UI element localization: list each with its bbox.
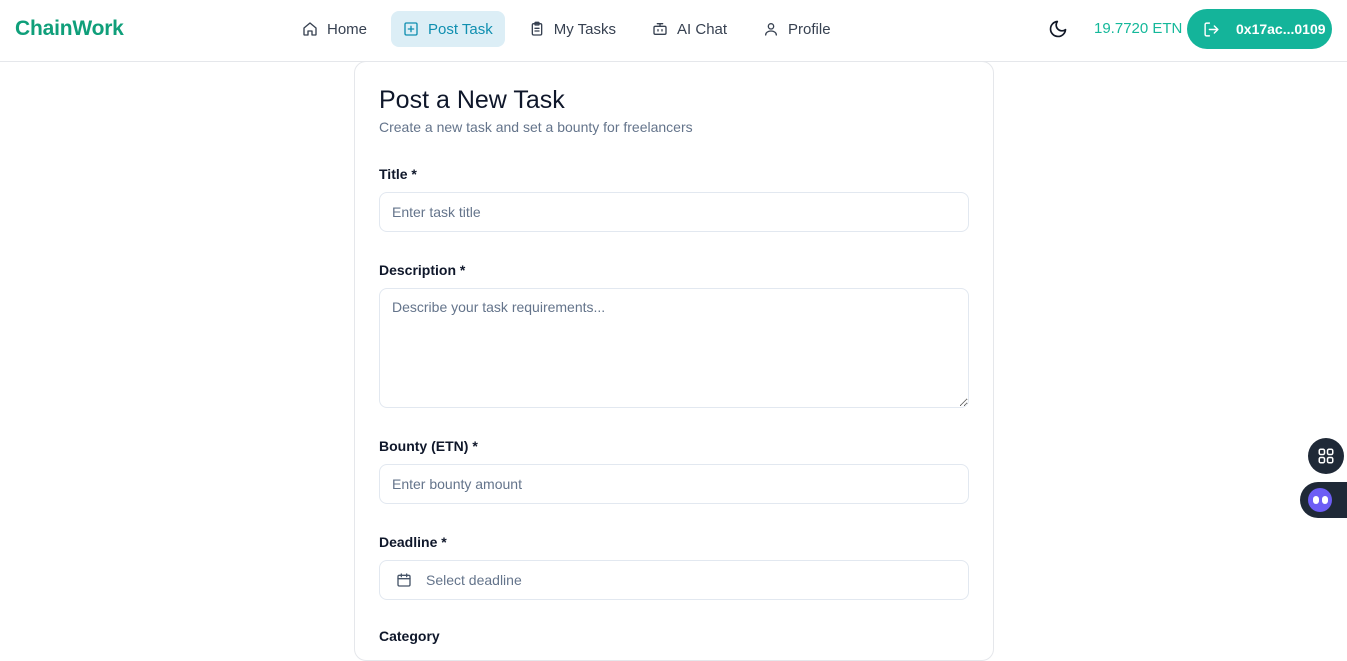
nav-ai-chat[interactable]: AI Chat [640, 11, 739, 47]
user-icon [765, 23, 778, 36]
description-label: Description * [379, 262, 466, 278]
moon-icon[interactable] [1048, 19, 1068, 39]
bounty-input[interactable] [379, 464, 969, 504]
title-label: Title * [379, 166, 417, 182]
calendar-icon [397, 573, 411, 587]
bounty-label: Bounty (ETN) * [379, 438, 478, 454]
deadline-placeholder: Select deadline [426, 572, 522, 588]
brand-logo[interactable]: ChainWork [15, 17, 124, 41]
logout-icon [1204, 21, 1219, 37]
post-task-card: Post a New Task Create a new task and se… [354, 61, 994, 661]
wallet-balance: 19.7720 ETN [1094, 20, 1183, 37]
nav-my-tasks[interactable]: My Tasks [517, 11, 628, 47]
nav-home[interactable]: Home [290, 11, 379, 47]
main-nav: Home Post Task My Tasks AI Chat Profile [290, 11, 855, 47]
deadline-label: Deadline * [379, 534, 447, 550]
assistant-launcher-button[interactable] [1300, 482, 1347, 518]
nav-profile-label: Profile [788, 20, 831, 38]
grid-icon [1318, 448, 1334, 464]
nav-my-tasks-label: My Tasks [553, 20, 617, 38]
bot-icon [653, 23, 667, 35]
nav-post-task-label: Post Task [428, 20, 493, 38]
page-subtitle: Create a new task and set a bounty for f… [379, 119, 693, 135]
home-icon [303, 22, 317, 36]
category-label: Category [379, 628, 440, 644]
nav-profile[interactable]: Profile [751, 11, 843, 47]
assistant-bot-icon [1308, 488, 1332, 512]
clipboard-icon [531, 21, 543, 36]
title-input[interactable] [379, 192, 969, 232]
plus-square-icon [404, 22, 418, 36]
description-textarea[interactable] [379, 288, 969, 408]
page-title: Post a New Task [379, 86, 565, 114]
top-navbar: ChainWork Home Post Task My Tasks AI Cha… [0, 0, 1347, 62]
nav-home-label: Home [327, 20, 368, 38]
apps-grid-button[interactable] [1308, 438, 1344, 474]
wallet-disconnect-button[interactable]: 0x17ac...0109 [1187, 9, 1332, 49]
deadline-picker-button[interactable]: Select deadline [379, 560, 969, 600]
nav-ai-chat-label: AI Chat [677, 20, 728, 38]
wallet-address: 0x17ac...0109 [1236, 21, 1326, 37]
nav-post-task[interactable]: Post Task [391, 11, 505, 47]
